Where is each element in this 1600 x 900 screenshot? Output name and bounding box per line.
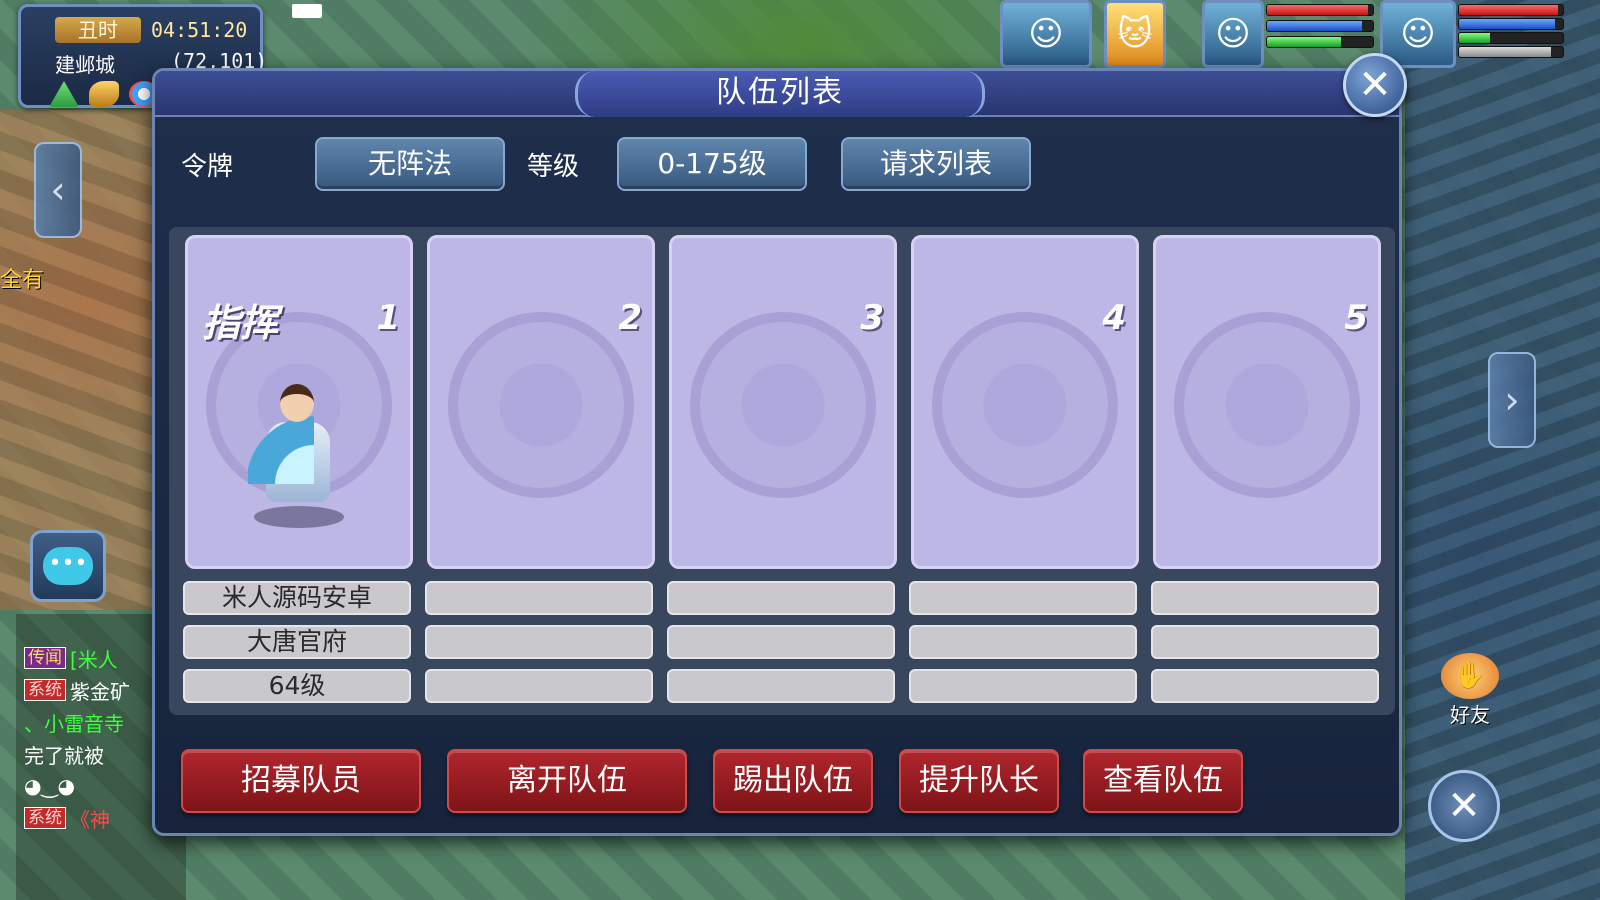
team-slots-panel: 指挥 1 2 3 4 5 米人源码安卓 大唐官府 64级	[169, 227, 1395, 715]
member-name	[667, 581, 895, 615]
level-label: 等级	[527, 152, 580, 182]
team-slot-5[interactable]: 5	[1153, 235, 1381, 569]
cloud-emblem-icon	[448, 312, 634, 498]
token-label: 令牌	[181, 152, 234, 182]
chat-message: 紫金矿	[70, 679, 130, 704]
member-level	[1151, 669, 1379, 703]
flag-icon	[292, 4, 322, 18]
member-school	[1151, 625, 1379, 659]
city-name: 建邺城	[55, 53, 115, 77]
team-list-dialog: 队伍列表 ✕ 令牌 无阵法 等级 0-175级 请求列表 指挥 1 2 3 4 …	[152, 53, 1407, 836]
chat-button[interactable]: •••	[30, 530, 106, 602]
team-slot-2[interactable]: 2	[427, 235, 655, 569]
pet-mp-bar	[1266, 20, 1374, 32]
chat-message: [米人	[70, 647, 118, 672]
map-arrow-icon[interactable]	[49, 81, 79, 107]
pet-sp-bar	[1266, 36, 1374, 48]
pet-status-bars	[1266, 4, 1374, 62]
dialog-title: 队伍列表	[575, 71, 985, 117]
gold-ingot-icon[interactable]	[89, 81, 119, 107]
collapse-left-arrow-icon[interactable]: ‹	[34, 142, 82, 238]
recruit-members-button[interactable]: 招募队员	[181, 749, 421, 813]
team-slot-1[interactable]: 指挥 1	[185, 235, 413, 569]
slot-number: 1	[376, 298, 400, 338]
chat-channel-tag: 传闻	[24, 647, 66, 669]
slot-number: 2	[618, 298, 642, 338]
member-name	[909, 581, 1137, 615]
kick-member-button[interactable]: 踢出队伍	[713, 749, 873, 813]
chat-message: 完了就被	[24, 743, 104, 768]
expand-right-arrow-icon[interactable]: ›	[1488, 352, 1536, 448]
handshake-icon: ✋	[1441, 652, 1499, 699]
cloud-emblem-icon	[932, 312, 1118, 498]
roof-scenery	[1405, 0, 1600, 900]
chat-bubble-icon: •••	[43, 547, 93, 585]
formation-button[interactable]: 无阵法	[315, 137, 505, 191]
member-school: 大唐官府	[183, 625, 411, 659]
member-school	[667, 625, 895, 659]
player-sp-bar	[1458, 32, 1564, 44]
team-slot-3[interactable]: 3	[669, 235, 897, 569]
view-team-button[interactable]: 查看队伍	[1083, 749, 1243, 813]
member-level	[667, 669, 895, 703]
cloud-emblem-icon	[1174, 312, 1360, 498]
request-list-button[interactable]: 请求列表	[841, 137, 1031, 191]
member-school	[425, 625, 653, 659]
left-floating-label: 全有	[0, 268, 45, 293]
member-level	[909, 669, 1137, 703]
friends-button[interactable]: ✋ 好友	[1432, 650, 1508, 730]
time-period: 丑时	[55, 17, 141, 43]
chat-channel-tag: 系统	[24, 679, 66, 701]
player-mp-bar	[1458, 18, 1564, 30]
slot-number: 5	[1344, 298, 1368, 338]
level-range-button[interactable]: 0-175级	[617, 137, 807, 191]
player-hp-bar	[1458, 4, 1564, 16]
player-exp-bar	[1458, 46, 1564, 58]
member-level: 64级	[183, 669, 411, 703]
pet-portrait[interactable]: ☺	[1202, 0, 1264, 68]
companion-portrait[interactable]: ☺	[1000, 0, 1092, 68]
promote-leader-button[interactable]: 提升队长	[899, 749, 1059, 813]
team-slot-4[interactable]: 4	[911, 235, 1139, 569]
chat-channel-tag: 系统	[24, 807, 66, 829]
slot-number: 4	[1102, 298, 1126, 338]
game-clock: 04:51:20	[151, 18, 248, 42]
pet-cat-portrait[interactable]: 🐱	[1104, 0, 1166, 68]
character-avatar	[240, 374, 356, 534]
member-level	[425, 669, 653, 703]
member-name	[425, 581, 653, 615]
chat-emote-icon: ◕‿◕	[24, 774, 75, 798]
member-name	[1151, 581, 1379, 615]
slot-role: 指挥	[202, 301, 279, 345]
close-menu-icon[interactable]: ✕	[1428, 770, 1500, 842]
pet-hp-bar	[1266, 4, 1374, 16]
friends-label: 好友	[1450, 702, 1490, 727]
chat-message: 《神	[70, 807, 110, 832]
member-school	[909, 625, 1137, 659]
close-dialog-icon[interactable]: ✕	[1343, 53, 1407, 117]
cloud-emblem-icon	[690, 312, 876, 498]
member-name: 米人源码安卓	[183, 581, 411, 615]
chat-message: 、小雷音寺	[24, 711, 124, 736]
player-status-bars	[1458, 4, 1564, 62]
slot-number: 3	[860, 298, 884, 338]
leave-team-button[interactable]: 离开队伍	[447, 749, 687, 813]
